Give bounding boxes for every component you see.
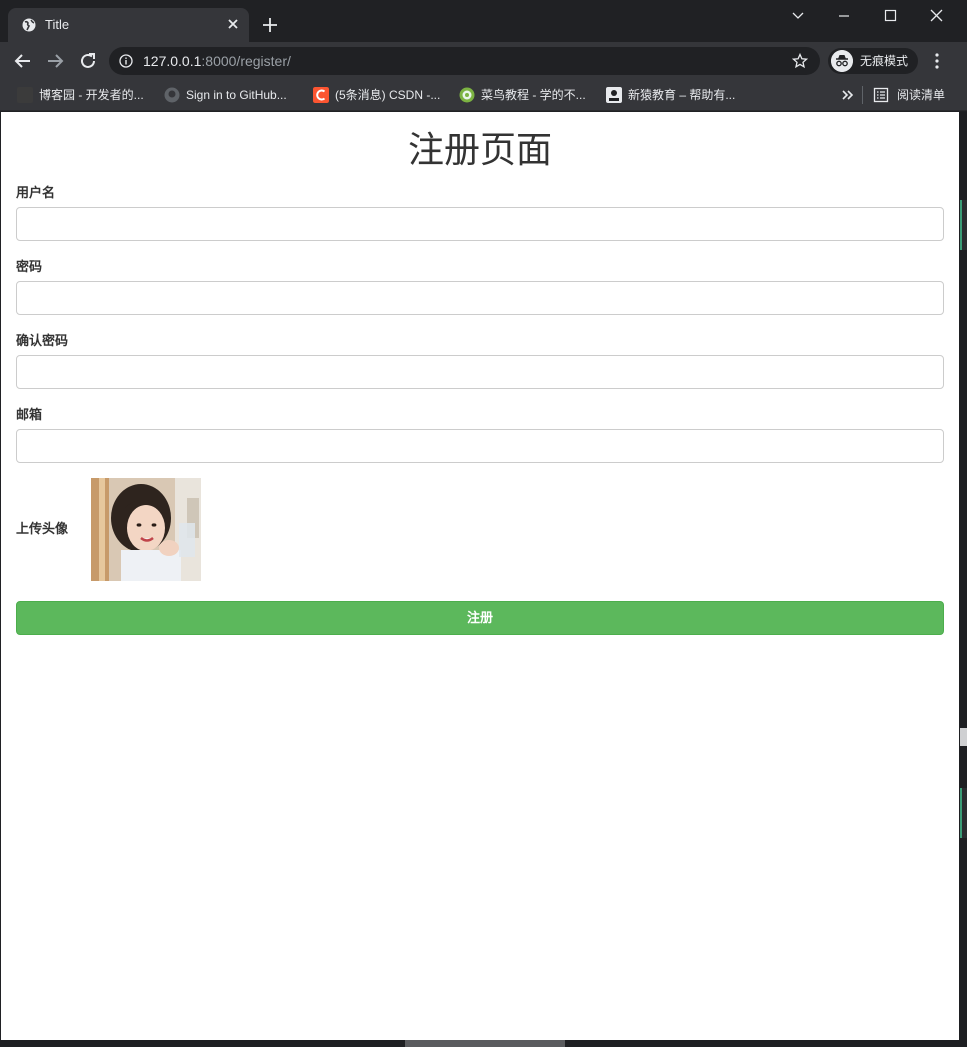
username-input[interactable] (16, 207, 944, 241)
email-input[interactable] (16, 429, 944, 463)
incognito-icon (831, 50, 853, 72)
reading-list-label: 阅读清单 (897, 88, 946, 102)
url-host: 127.0.0.1 (143, 53, 202, 69)
bookmark-item[interactable]: 新猿教育 – 帮助有... (606, 86, 746, 104)
more-vert-icon[interactable] (930, 52, 944, 70)
page-viewport: 注册页面 用户名 密码 确认密码 邮箱 上传头像 注册 (1, 112, 959, 1040)
avatar-upload-label: 上传头像 (16, 521, 69, 536)
tab-search-chevron-icon[interactable] (785, 5, 811, 27)
close-window-icon[interactable] (923, 5, 949, 27)
browser-toolbar: 127.0.0.1:8000/register/ 无痕模式 (0, 42, 967, 80)
tab-strip: Title (0, 0, 967, 42)
confirm-password-input[interactable] (16, 355, 944, 389)
background-window-edge (960, 728, 967, 746)
password-input[interactable] (16, 281, 944, 315)
register-button[interactable]: 注册 (16, 601, 944, 635)
runoob-icon (459, 87, 475, 103)
reading-list-icon (873, 87, 889, 103)
globe-icon (22, 18, 36, 32)
forward-arrow-icon[interactable] (45, 51, 65, 71)
browser-tab[interactable]: Title (8, 8, 249, 42)
password-label: 密码 (16, 259, 43, 274)
cnblogs-icon (17, 87, 33, 103)
bookmark-item[interactable]: (5条消息) CSDN -... (313, 86, 449, 104)
bookmarks-bar: 博客园 - 开发者的... Sign in to GitHub... (5条消息… (0, 80, 967, 111)
url-path: :8000/register/ (201, 53, 291, 69)
page-title: 注册页面 (407, 129, 552, 170)
xinyuan-icon (606, 87, 622, 103)
confirm-password-label: 确认密码 (16, 333, 69, 348)
username-label: 用户名 (16, 185, 56, 200)
horizontal-scrollbar-thumb[interactable] (405, 1040, 565, 1047)
bookmarks-divider (862, 86, 863, 104)
bookmark-item[interactable]: 博客园 - 开发者的... (17, 86, 157, 104)
site-info-icon[interactable] (119, 54, 133, 68)
url-text: 127.0.0.1:8000/register/ (143, 53, 291, 69)
bookmark-label: 菜鸟教程 - 学的不... (481, 88, 586, 102)
bookmark-label: 新猿教育 – 帮助有... (628, 88, 736, 102)
csdn-icon (313, 87, 329, 103)
bookmark-item[interactable]: Sign in to GitHub... (164, 86, 304, 104)
address-bar[interactable]: 127.0.0.1:8000/register/ (109, 47, 820, 75)
back-arrow-icon[interactable] (13, 51, 33, 71)
window-edge (959, 112, 967, 1047)
background-window-edge (960, 200, 967, 250)
close-tab-icon[interactable] (225, 16, 241, 32)
avatar-photo (91, 478, 201, 581)
new-tab-icon[interactable] (261, 16, 279, 34)
bookmark-label: (5条消息) CSDN -... (335, 88, 441, 102)
email-label: 邮箱 (16, 407, 43, 422)
incognito-badge[interactable]: 无痕模式 (828, 48, 918, 74)
minimize-icon[interactable] (831, 5, 857, 27)
bookmark-label: Sign in to GitHub... (186, 88, 287, 102)
incognito-label: 无痕模式 (860, 54, 909, 68)
reload-icon[interactable] (78, 51, 98, 71)
avatar-upload-image[interactable] (91, 478, 201, 581)
github-icon (164, 87, 180, 103)
tab-title: Title (45, 17, 70, 32)
background-window-edge (960, 788, 967, 838)
double-chevron-right-icon[interactable] (841, 87, 855, 103)
bookmark-star-icon[interactable] (792, 53, 808, 69)
maximize-icon[interactable] (877, 5, 903, 27)
bookmark-label: 博客园 - 开发者的... (39, 88, 144, 102)
bookmark-item[interactable]: 菜鸟教程 - 学的不... (459, 86, 597, 104)
